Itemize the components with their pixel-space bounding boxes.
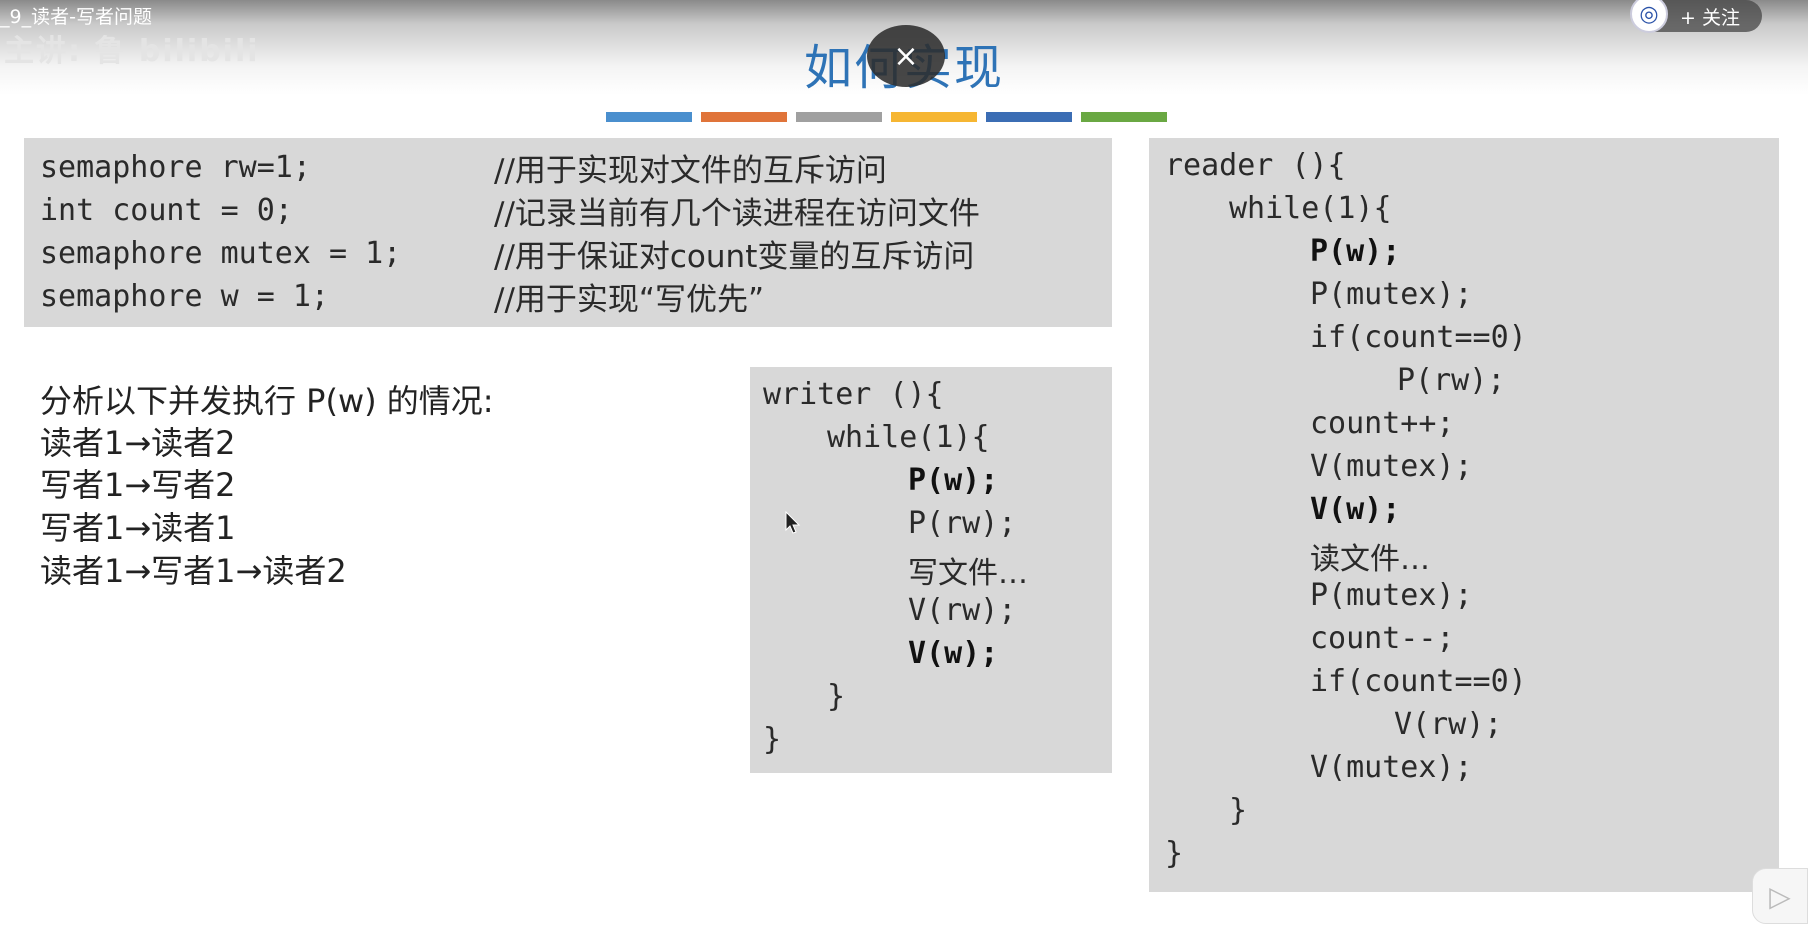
reader-line: if(count==0) — [1310, 664, 1527, 699]
writer-line: while(1){ — [827, 420, 990, 455]
analysis-heading: 分析以下并发执行 P(w) 的情况: — [40, 382, 494, 420]
reader-line: reader (){ — [1165, 148, 1346, 183]
analysis-case: 写者1→写者2 — [40, 466, 236, 504]
declaration-comment: //用于实现对文件的互斥访问 — [494, 153, 887, 189]
mouse-cursor-icon — [785, 511, 801, 534]
reader-line: count++; — [1310, 406, 1455, 441]
color-bar-segment — [1081, 112, 1167, 122]
writer-line: V(rw); — [908, 593, 1017, 628]
reader-line: } — [1165, 836, 1184, 871]
writer-line: P(w); — [908, 463, 999, 498]
writer-line: P(rw); — [908, 506, 1017, 541]
follow-label: + 关注 — [1680, 6, 1740, 29]
writer-line: 写文件… — [908, 556, 1028, 591]
close-icon[interactable]: × — [867, 25, 945, 87]
reader-line: 读文件… — [1310, 542, 1430, 577]
declaration-code: semaphore rw=1; — [40, 150, 311, 185]
reader-line: } — [1229, 793, 1248, 828]
reader-line: P(mutex); — [1310, 578, 1473, 613]
declarations-box: semaphore rw=1; //用于实现对文件的互斥访问 int count… — [24, 138, 1112, 327]
reader-line: V(w); — [1310, 492, 1401, 527]
reader-line: while(1){ — [1229, 191, 1392, 226]
writer-line: } — [827, 679, 846, 714]
analysis-case: 读者1→读者2 — [40, 424, 236, 462]
reader-line: P(mutex); — [1310, 277, 1473, 312]
reader-line: count--; — [1310, 621, 1455, 656]
writer-line: } — [763, 722, 782, 757]
reader-line: P(rw); — [1397, 363, 1506, 398]
declaration-comment: //用于实现“写优先” — [494, 282, 765, 318]
reader-line: P(w); — [1310, 234, 1401, 269]
reader-line: if(count==0) — [1310, 320, 1527, 355]
video-title: _9_读者-写者问题 — [0, 6, 152, 28]
reader-line: V(mutex); — [1310, 750, 1473, 785]
color-bar-segment — [796, 112, 882, 122]
color-bar-segment — [701, 112, 787, 122]
reader-code-box: reader (){ while(1){ P(w); P(mutex); if(… — [1149, 138, 1779, 892]
declaration-comment: //记录当前有几个读进程在访问文件 — [494, 196, 980, 232]
writer-line: writer (){ — [763, 377, 944, 412]
color-bar-segment — [986, 112, 1072, 122]
declaration-code: int count = 0; — [40, 193, 293, 228]
writer-code-box: writer (){ while(1){ P(w); P(rw); 写文件… V… — [750, 367, 1112, 773]
play-icon[interactable]: ▷ — [1752, 868, 1808, 924]
analysis-case: 写者1→读者1 — [40, 509, 236, 547]
color-bar-segment — [891, 112, 977, 122]
declaration-code: semaphore mutex = 1; — [40, 236, 402, 271]
declaration-code: semaphore w = 1; — [40, 279, 329, 314]
color-bar-segment — [606, 112, 692, 122]
declaration-comment: //用于保证对count变量的互斥访问 — [494, 239, 975, 275]
reader-line: V(mutex); — [1310, 449, 1473, 484]
analysis-case: 读者1→写者1→读者2 — [40, 552, 347, 590]
reader-line: V(rw); — [1394, 707, 1503, 742]
writer-line: V(w); — [908, 636, 999, 671]
